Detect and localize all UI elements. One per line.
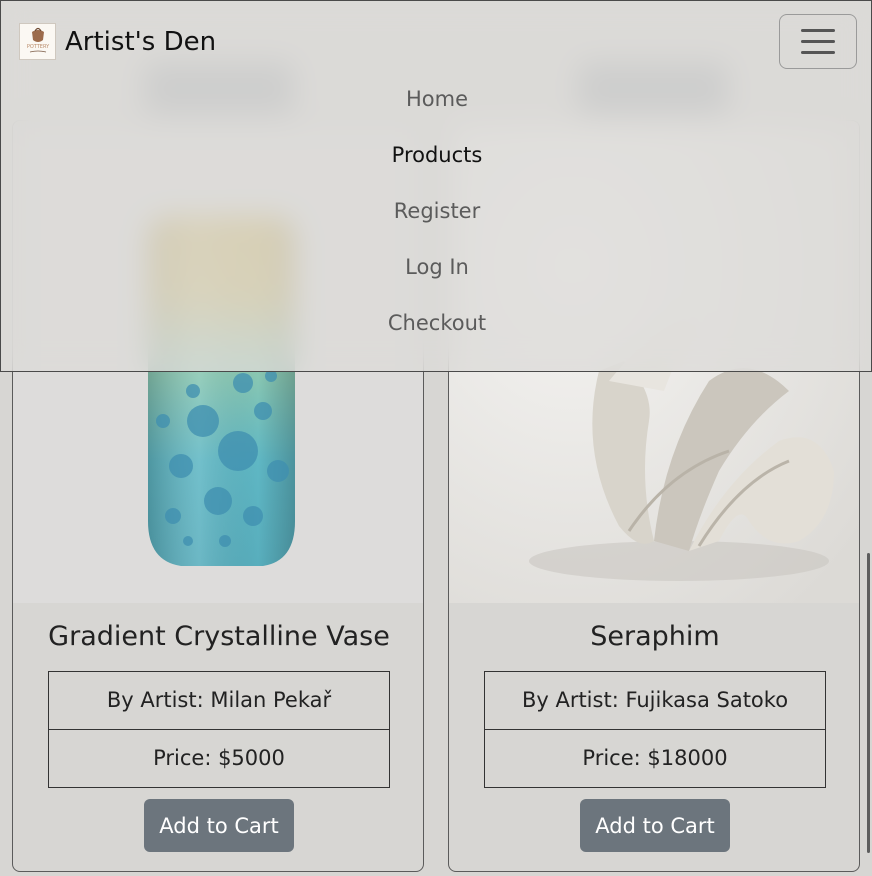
nav-item-checkout[interactable]: Checkout — [1, 305, 872, 361]
brand-name: Artist's Den — [65, 26, 217, 57]
product-title: Gradient Crystalline Vase — [48, 621, 390, 652]
page: Gradient Crystalline Vase By Artist: Mil… — [0, 0, 872, 876]
add-to-cart-button[interactable]: Add to Cart — [144, 799, 294, 852]
nav-menu: Home Products Register Log In Checkout — [1, 81, 872, 361]
product-price: Price: $5000 — [49, 729, 389, 787]
product-info-table: By Artist: Milan Pekař Price: $5000 — [48, 671, 390, 788]
nav-item-login[interactable]: Log In — [1, 249, 872, 305]
vertical-scrollbar[interactable] — [867, 553, 870, 853]
nav-item-products[interactable]: Products — [1, 137, 872, 193]
logo-text: POTTERY — [26, 44, 49, 50]
hamburger-icon — [801, 29, 835, 32]
pottery-logo: POTTERY — [19, 23, 56, 60]
navbar: POTTERY Artist's Den Home Products Regis… — [0, 0, 872, 372]
add-to-cart-button[interactable]: Add to Cart — [580, 799, 730, 852]
product-title: Seraphim — [590, 621, 720, 652]
navbar-toggler-button[interactable] — [779, 14, 857, 69]
product-info-table: By Artist: Fujikasa Satoko Price: $18000 — [484, 671, 826, 788]
nav-item-home[interactable]: Home — [1, 81, 872, 137]
product-price: Price: $18000 — [485, 729, 825, 787]
product-artist: By Artist: Milan Pekař — [106, 688, 332, 712]
product-artist: By Artist: Fujikasa Satoko — [521, 688, 789, 712]
brand-link[interactable]: POTTERY Artist's Den — [19, 23, 216, 60]
nav-item-register[interactable]: Register — [1, 193, 872, 249]
